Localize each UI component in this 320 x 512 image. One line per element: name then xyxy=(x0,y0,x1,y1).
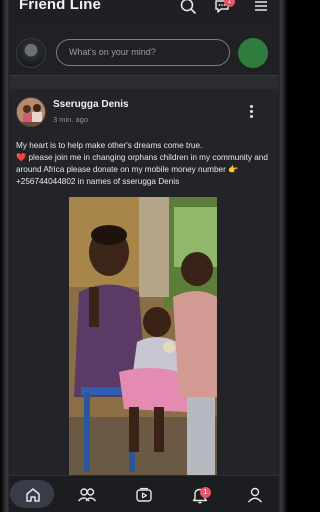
menu-icon[interactable] xyxy=(252,0,270,15)
bottom-navigation: 1 xyxy=(10,475,278,512)
heart-emoji: ❤️ xyxy=(16,153,27,162)
feed-post: Sserugga Denis 3 min. ago My heart is to… xyxy=(10,89,278,475)
device-edge-left xyxy=(0,0,10,512)
post-timestamp: 3 min. ago xyxy=(53,115,89,124)
post-text-line-3: +256744044802 in names of sserugga Denis xyxy=(16,177,180,186)
post-author-avatar[interactable] xyxy=(16,97,46,127)
post-text-line-1: My heart is to help make other's dreams … xyxy=(16,141,203,150)
app-screen: Friend Line 1 What's on your mind? Sseru… xyxy=(10,0,278,512)
post-body: My heart is to help make other's dreams … xyxy=(16,140,272,188)
current-user-avatar[interactable] xyxy=(16,38,46,68)
notifications-badge: 1 xyxy=(200,487,211,498)
post-photo[interactable] xyxy=(69,197,217,475)
composer-action-button[interactable] xyxy=(238,38,268,68)
top-bar: Friend Line 1 xyxy=(10,0,278,24)
device-edge-right xyxy=(278,0,288,512)
post-author-name[interactable]: Sserugga Denis xyxy=(53,99,129,110)
post-composer: What's on your mind? xyxy=(10,24,278,76)
video-icon[interactable] xyxy=(134,485,154,505)
more-options-icon[interactable] xyxy=(246,105,256,121)
feed-divider xyxy=(10,77,278,89)
status-input[interactable]: What's on your mind? xyxy=(56,39,230,66)
profile-icon[interactable] xyxy=(245,485,265,505)
chat-badge: 1 xyxy=(224,0,235,7)
search-icon[interactable] xyxy=(179,0,197,15)
friends-icon[interactable] xyxy=(77,485,97,505)
pointing-emoji: 👉 xyxy=(228,165,239,174)
app-title: Friend Line xyxy=(19,0,101,13)
device-frame: Friend Line 1 What's on your mind? Sseru… xyxy=(0,0,288,512)
home-icon[interactable] xyxy=(23,485,43,505)
